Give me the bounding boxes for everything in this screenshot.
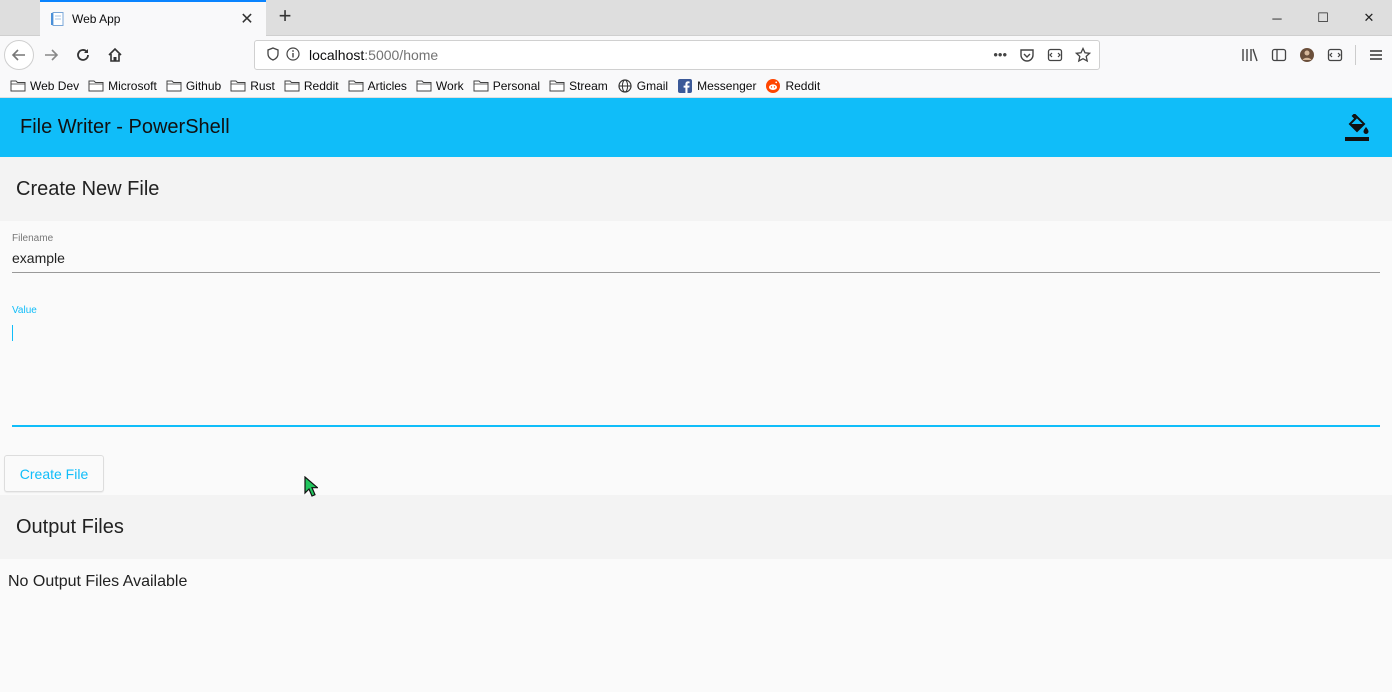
bookmarks-bar: Web Dev Microsoft Github Rust Reddit Articles… [0, 74, 1392, 98]
folder-icon [230, 79, 246, 93]
bookmark-label: Stream [569, 78, 608, 93]
filename-field[interactable]: Filename example [12, 231, 1380, 273]
nav-toolbar: localhost:5000/home ••• [0, 36, 1392, 74]
app-toolbar: File Writer - PowerShell [0, 98, 1392, 157]
bookmark-item[interactable]: Web Dev [10, 79, 79, 93]
no-output-message: No Output Files Available [8, 573, 188, 590]
folder-icon [284, 79, 300, 93]
info-icon[interactable] [283, 46, 303, 64]
back-button[interactable] [4, 40, 34, 70]
url-actions: ••• [993, 47, 1091, 63]
mouse-cursor-icon [304, 476, 318, 497]
bookmark-item[interactable]: Articles [348, 79, 407, 93]
bookmark-item[interactable]: Gmail [617, 79, 668, 93]
bookmark-item[interactable]: Messenger [677, 78, 757, 93]
globe-icon [617, 78, 633, 93]
facebook-icon [677, 78, 693, 93]
folder-icon [473, 79, 489, 93]
url-text[interactable]: localhost:5000/home [309, 47, 993, 63]
extension-icon[interactable] [1327, 47, 1343, 63]
home-button[interactable] [100, 40, 130, 70]
bookmark-item[interactable]: Microsoft [88, 79, 157, 93]
bookmark-item[interactable]: Reddit [765, 78, 821, 93]
value-textarea[interactable]: Value [12, 301, 1380, 427]
bookmark-label: Personal [492, 78, 541, 93]
home-icon [108, 47, 122, 62]
window-controls: ─ ☐ ✕ [1254, 0, 1392, 36]
page-icon [51, 12, 64, 26]
bookmark-label: Messenger [697, 78, 757, 93]
bookmark-label: Articles [367, 78, 407, 93]
url-path: :5000/home [364, 47, 439, 63]
url-bar[interactable]: localhost:5000/home ••• [254, 40, 1100, 70]
folder-icon [10, 79, 26, 93]
create-file-form: Filename example Value Create File [0, 221, 1392, 495]
new-tab-icon[interactable]: + [272, 4, 298, 30]
folder-icon [416, 79, 432, 93]
value-label: Value [12, 305, 37, 316]
arrow-left-icon [11, 49, 25, 61]
minimize-icon[interactable]: ─ [1254, 0, 1300, 36]
menu-icon[interactable] [1368, 47, 1384, 63]
bookmark-label: Work [435, 78, 464, 93]
browser-tab[interactable]: Web App ✕ [40, 0, 266, 36]
url-host: localhost [309, 47, 365, 63]
bookmark-item[interactable]: Rust [230, 79, 275, 93]
account-avatar-icon[interactable] [1299, 47, 1315, 63]
bookmark-item[interactable]: Reddit [284, 79, 339, 93]
text-caret [12, 325, 13, 341]
folder-icon [549, 79, 565, 93]
toolbar-divider [1355, 45, 1356, 65]
close-tab-icon[interactable]: ✕ [238, 9, 256, 29]
forward-button[interactable] [36, 40, 66, 70]
bookmark-label: Reddit [785, 78, 821, 93]
tab-strip: Web App ✕ + ─ ☐ ✕ [0, 0, 1392, 36]
reddit-icon [765, 78, 781, 93]
library-icon[interactable] [1241, 47, 1259, 63]
folder-icon [166, 79, 182, 93]
bookmark-label: Microsoft [108, 78, 157, 93]
app-title: File Writer - PowerShell [20, 116, 230, 138]
reload-icon [77, 49, 89, 61]
more-actions-icon[interactable]: ••• [993, 47, 1007, 63]
bookmark-item[interactable]: Github [166, 79, 221, 93]
output-section-title: Output Files [16, 515, 124, 538]
bookmark-item[interactable]: Work [416, 79, 464, 93]
filename-label: Filename [12, 233, 54, 244]
bookmark-label: Rust [250, 78, 275, 93]
tab-title: Web App [72, 12, 121, 26]
sidebar-icon[interactable] [1271, 47, 1287, 63]
create-section-header: Create New File [0, 157, 1392, 221]
bookmark-label: Gmail [636, 78, 669, 93]
create-file-button[interactable]: Create File [4, 455, 104, 492]
toolbar-right [1241, 40, 1384, 70]
bookmark-item[interactable]: Personal [473, 79, 540, 93]
bookmark-item[interactable]: Stream [549, 79, 608, 93]
reader-view-icon[interactable] [1047, 47, 1063, 63]
format-color-fill-icon[interactable] [1344, 114, 1370, 142]
bookmark-label: Reddit [303, 78, 339, 93]
star-icon[interactable] [1075, 47, 1091, 63]
arrow-right-icon [45, 49, 59, 61]
maximize-icon[interactable]: ☐ [1300, 0, 1346, 36]
bookmark-label: Github [185, 78, 222, 93]
output-section-header: Output Files [0, 495, 1392, 559]
create-section-title: Create New File [16, 177, 160, 200]
folder-icon [348, 79, 364, 93]
folder-icon [88, 79, 104, 93]
filename-input[interactable]: example [12, 250, 65, 266]
pocket-icon[interactable] [1019, 47, 1035, 63]
bookmark-label: Web Dev [30, 78, 80, 93]
reload-button[interactable] [68, 40, 98, 70]
browser-window: Web App ✕ + ─ ☐ ✕ localhost:5000/home ••… [0, 0, 1392, 692]
shield-icon[interactable] [263, 46, 283, 64]
close-window-icon[interactable]: ✕ [1346, 0, 1392, 36]
